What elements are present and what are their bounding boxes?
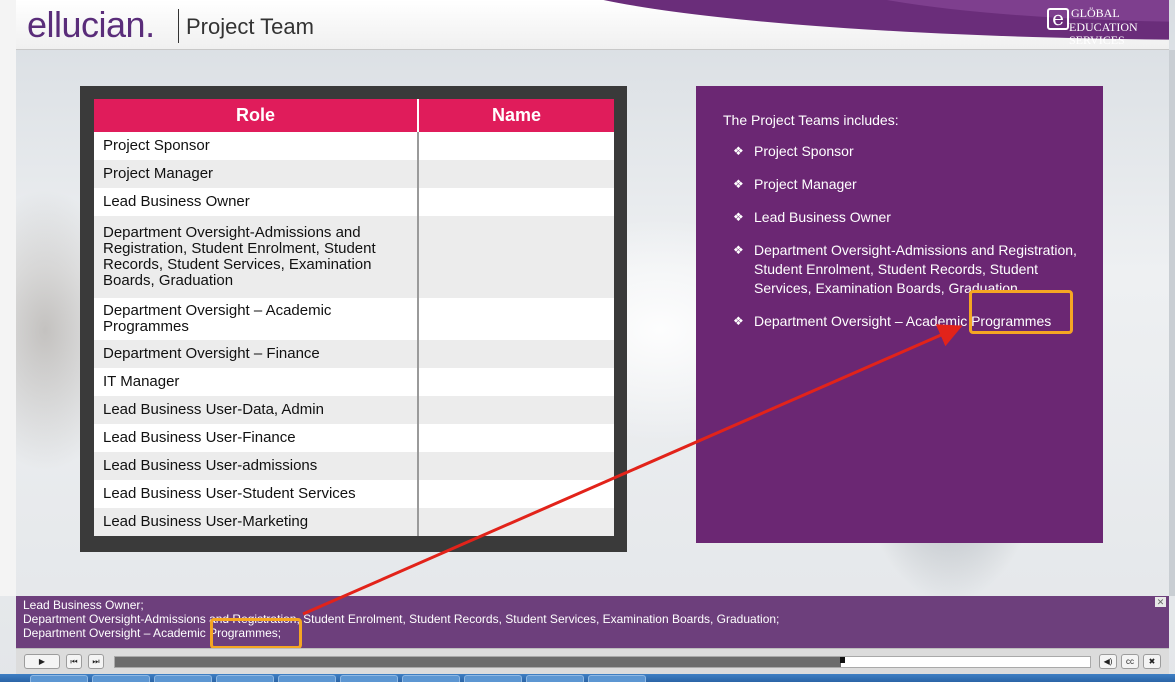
table-row: Lead Business User-Finance bbox=[94, 424, 614, 452]
role-cell: Lead Business Owner bbox=[94, 188, 419, 216]
taskbar-item[interactable] bbox=[588, 675, 646, 682]
table-row: Project Sponsor bbox=[94, 132, 614, 160]
taskbar-item[interactable] bbox=[340, 675, 398, 682]
table-row: Department Oversight – Academic Programm… bbox=[94, 298, 614, 340]
name-cell bbox=[418, 396, 614, 424]
taskbar-item[interactable] bbox=[154, 675, 212, 682]
global-education-services-logo: e GLÖBAL EDUCATION SERVICES bbox=[1041, 4, 1166, 47]
diamond-bullet-icon: ❖ bbox=[733, 144, 744, 158]
list-item-text: Lead Business Owner bbox=[754, 209, 891, 225]
table-row: Lead Business Owner bbox=[94, 188, 614, 216]
table-row: Project Manager bbox=[94, 160, 614, 188]
role-cell: Lead Business User-Marketing bbox=[94, 508, 419, 536]
left-margin bbox=[0, 0, 16, 596]
list-item-text: Department Oversight-Admissions and Regi… bbox=[754, 242, 1077, 296]
previous-slide-button[interactable]: ⏮ bbox=[66, 654, 82, 669]
role-table-panel: Role Name Project Sponsor Project Manager… bbox=[80, 86, 627, 552]
taskbar-item[interactable] bbox=[92, 675, 150, 682]
seek-bar-thumb[interactable] bbox=[839, 657, 845, 663]
taskbar-item[interactable] bbox=[464, 675, 522, 682]
list-item: ❖ Lead Business Owner bbox=[733, 208, 1093, 227]
ges-logo-line1: GLÖBAL bbox=[1071, 6, 1120, 20]
caption-line: Lead Business Owner; bbox=[23, 598, 144, 612]
role-table-body: Project Sponsor Project Manager Lead Busin… bbox=[94, 132, 614, 536]
table-row: Lead Business User-Student Services bbox=[94, 480, 614, 508]
role-cell: Lead Business User-admissions bbox=[94, 452, 419, 480]
diamond-bullet-icon: ❖ bbox=[733, 243, 744, 257]
scrollbar[interactable] bbox=[1169, 50, 1175, 596]
slide-header: ellucian. Project Team e GLÖBAL EDUCATIO… bbox=[16, 0, 1169, 50]
player-controls: ▶ ⏮ ⏭ ◀) cc ✖ bbox=[16, 648, 1169, 674]
caption-line: Department Oversight – Academic Programm… bbox=[23, 626, 282, 640]
diamond-bullet-icon: ❖ bbox=[733, 210, 744, 224]
volume-icon[interactable]: ◀) bbox=[1099, 654, 1117, 669]
seek-bar[interactable] bbox=[114, 656, 1091, 668]
name-cell bbox=[418, 188, 614, 216]
page-title: Project Team bbox=[186, 14, 314, 39]
seek-bar-progress bbox=[115, 657, 842, 667]
name-cell bbox=[418, 160, 614, 188]
table-header-row: Role Name bbox=[94, 99, 614, 132]
name-cell bbox=[418, 508, 614, 536]
name-column-header: Name bbox=[418, 99, 614, 132]
role-cell: Department Oversight-Admissions and Regi… bbox=[94, 216, 419, 298]
play-button[interactable]: ▶ bbox=[24, 654, 60, 669]
taskbar-item[interactable] bbox=[526, 675, 584, 682]
name-cell bbox=[418, 216, 614, 298]
role-cell: Lead Business User-Student Services bbox=[94, 480, 419, 508]
table-row: Lead Business User-Data, Admin bbox=[94, 396, 614, 424]
table-row: Department Oversight – Finance bbox=[94, 340, 614, 368]
list-item-text: Project Sponsor bbox=[754, 143, 854, 159]
taskbar-item[interactable] bbox=[402, 675, 460, 682]
role-cell: Project Sponsor bbox=[94, 132, 419, 160]
table-row: Department Oversight-Admissions and Regi… bbox=[94, 216, 614, 298]
taskbar-item[interactable] bbox=[30, 675, 88, 682]
table-row: Lead Business User-admissions bbox=[94, 452, 614, 480]
role-cell: Lead Business User-Data, Admin bbox=[94, 396, 419, 424]
table-row: Lead Business User-Marketing bbox=[94, 508, 614, 536]
taskbar-item[interactable] bbox=[278, 675, 336, 682]
role-column-header: Role bbox=[94, 99, 419, 132]
highlight-box-caption bbox=[210, 618, 302, 649]
name-cell bbox=[418, 368, 614, 396]
table-row: IT Manager bbox=[94, 368, 614, 396]
role-cell: Department Oversight – Finance bbox=[94, 340, 419, 368]
list-item-text: Project Manager bbox=[754, 176, 857, 192]
taskbar-item[interactable] bbox=[216, 675, 274, 682]
header-divider bbox=[178, 9, 179, 43]
name-cell bbox=[418, 132, 614, 160]
caption-close-icon[interactable]: ✕ bbox=[1155, 597, 1166, 607]
role-cell: IT Manager bbox=[94, 368, 419, 396]
list-item: ❖ Project Sponsor bbox=[733, 142, 1093, 161]
close-player-button[interactable]: ✖ bbox=[1143, 654, 1161, 669]
ges-logo-line3: SERVICES bbox=[1069, 33, 1125, 47]
role-cell: Project Manager bbox=[94, 160, 419, 188]
name-cell bbox=[418, 298, 614, 340]
highlight-box-panel bbox=[969, 290, 1073, 334]
diamond-bullet-icon: ❖ bbox=[733, 177, 744, 191]
name-cell bbox=[418, 480, 614, 508]
role-cell: Department Oversight – Academic Programm… bbox=[94, 298, 419, 340]
ges-logo-mark: e bbox=[1047, 8, 1069, 30]
closed-caption-bar: Lead Business Owner; Department Oversigh… bbox=[16, 596, 1169, 648]
role-cell: Lead Business User-Finance bbox=[94, 424, 419, 452]
summary-intro: The Project Teams includes: bbox=[723, 112, 899, 128]
windows-taskbar bbox=[0, 674, 1175, 682]
list-item: ❖ Project Manager bbox=[733, 175, 1093, 194]
closed-caption-button[interactable]: cc bbox=[1121, 654, 1139, 669]
name-cell bbox=[418, 452, 614, 480]
name-cell bbox=[418, 424, 614, 452]
next-slide-button[interactable]: ⏭ bbox=[88, 654, 104, 669]
role-table: Role Name Project Sponsor Project Manager… bbox=[94, 99, 614, 536]
name-cell bbox=[418, 340, 614, 368]
ellucian-logo: ellucian. bbox=[27, 4, 155, 45]
diamond-bullet-icon: ❖ bbox=[733, 314, 744, 328]
caption-line: Department Oversight-Admissions and Regi… bbox=[23, 612, 780, 626]
